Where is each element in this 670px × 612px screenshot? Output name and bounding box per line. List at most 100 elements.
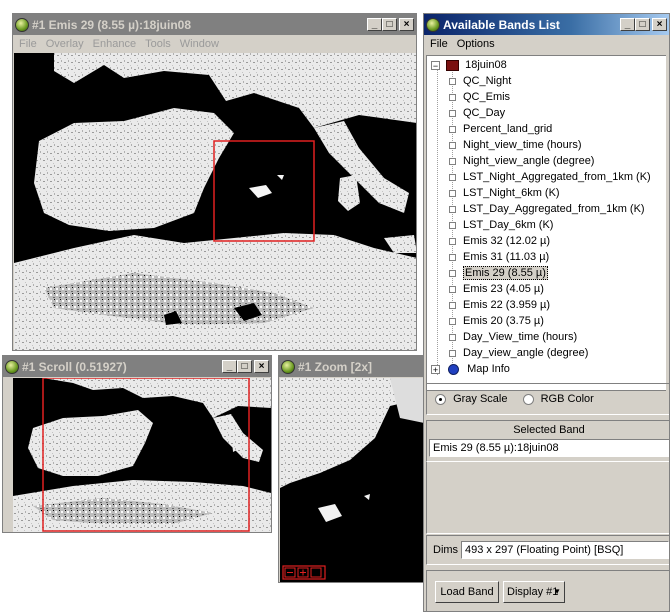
band-leaf-icon [449,285,456,293]
band-leaf-icon [449,125,456,133]
dims-group: Dims 493 x 297 (Floating Point) [BSQ] [426,535,669,565]
band-item[interactable]: Night_view_angle (degree) [449,153,594,169]
band-leaf-icon [449,109,456,117]
band-item-label: Night_view_angle (degree) [463,155,595,167]
menu-tools[interactable]: Tools [145,38,171,50]
band-item[interactable]: Emis 29 (8.55 µ) [449,265,548,281]
band-leaf-icon [449,205,456,213]
band-item[interactable]: QC_Emis [449,89,510,105]
band-leaf-icon [449,349,456,357]
scroll-canvas[interactable] [13,378,271,532]
rgb-color-label[interactable]: RGB Color [541,393,594,405]
dims-field: 493 x 297 (Floating Point) [BSQ] [461,541,669,559]
rgb-color-radio[interactable] [522,393,534,405]
menu-overlay[interactable]: Overlay [46,38,84,50]
dataset-icon [446,59,460,71]
expand-icon[interactable]: + [431,364,440,374]
maximize-icon[interactable]: □ [382,18,397,31]
band-item-label: Night_view_time (hours) [463,139,582,151]
tree-map-info[interactable]: + Map Info [431,361,510,377]
band-tree[interactable]: − 18juin08 QC_Night QC_Emis QC_Day Percent_… [426,55,666,391]
minimize-icon[interactable]: _ [620,18,635,31]
bands-menu-options[interactable]: Options [457,38,495,50]
band-item[interactable]: Emis 23 (4.05 µ) [449,281,544,297]
tree-root-label: 18juin08 [465,59,507,71]
band-item-label: Emis 23 (4.05 µ) [463,283,544,295]
satellite-image [14,53,416,350]
close-icon[interactable]: × [254,360,269,373]
band-item[interactable]: Day_View_time (hours) [449,329,577,345]
band-item[interactable]: Day_view_angle (degree) [449,345,588,361]
image-window-menubar: File Overlay Enhance Tools Window [13,35,416,53]
zoom-window-title: #1 Zoom [2x] [298,359,373,374]
close-icon[interactable]: × [652,18,667,31]
gray-scale-radio[interactable] [435,393,446,405]
band-item[interactable]: LST_Night_6km (K) [449,185,560,201]
band-item[interactable]: LST_Night_Aggregated_from_1km (K) [449,169,651,185]
dims-label: Dims [433,544,459,556]
band-item-label: QC_Emis [463,91,511,103]
collapse-icon[interactable]: − [431,60,440,70]
band-item[interactable]: LST_Day_6km (K) [449,217,553,233]
band-item-label: Day_view_angle (degree) [463,347,589,359]
minimize-icon[interactable]: _ [222,360,237,373]
band-item[interactable]: QC_Day [449,105,505,121]
scroll-window-titlebar[interactable]: #1 Scroll (0.51927) _ □ × [3,356,271,377]
selected-band-field: Emis 29 (8.55 µ):18juin08 [429,439,669,457]
band-item-label: Emis 22 (3.959 µ) [463,299,551,311]
band-leaf-icon [449,253,456,261]
dropdown-arrow-icon: ▼ [553,587,561,596]
band-item[interactable]: Emis 20 (3.75 µ) [449,313,544,329]
bands-window-titlebar[interactable]: Available Bands List _ □ × [424,14,669,35]
menu-window[interactable]: Window [180,38,219,50]
band-leaf-icon [449,301,456,309]
minimize-icon[interactable]: _ [367,18,382,31]
info-area [426,462,669,534]
image-window-title: #1 Emis 29 (8.55 µ):18juin08 [32,17,191,32]
tree-root[interactable]: − 18juin08 [431,57,507,73]
band-leaf-icon [449,157,456,165]
image-window-titlebar[interactable]: #1 Emis 29 (8.55 µ):18juin08 _ □ × [13,14,416,35]
maximize-icon[interactable]: □ [237,360,252,373]
menu-enhance[interactable]: Enhance [93,38,136,50]
band-item-label: Percent_land_grid [463,123,553,135]
scroll-image [13,378,271,532]
band-item[interactable]: Emis 22 (3.959 µ) [449,297,550,313]
selected-band-group: Selected Band Emis 29 (8.55 µ):18juin08 [426,420,669,462]
zoom-canvas[interactable] [280,378,423,582]
zoom-window-titlebar[interactable]: #1 Zoom [2x] [279,356,423,377]
band-item[interactable]: Percent_land_grid [449,121,552,137]
band-item[interactable]: QC_Night [449,73,511,89]
band-item[interactable]: LST_Day_Aggregated_from_1km (K) [449,201,645,217]
maximize-icon[interactable]: □ [635,18,650,31]
bands-window-menubar: File Options [424,35,669,53]
selected-band-label: Selected Band [513,424,585,436]
display-select[interactable]: Display #1 ▼ [503,581,565,603]
color-mode-group: Gray Scale RGB Color [426,383,669,415]
scroll-window: #1 Scroll (0.51927) _ □ × [2,355,272,533]
band-item-label: Emis 29 (8.55 µ) [463,266,548,280]
menu-file[interactable]: File [19,38,37,50]
bands-menu-file[interactable]: File [430,38,448,50]
band-leaf-icon [449,317,456,325]
app-globe-icon [5,359,19,374]
band-leaf-icon [449,333,456,341]
band-leaf-icon [449,173,456,181]
close-icon[interactable]: × [399,18,414,31]
band-item-label: Day_View_time (hours) [463,331,578,343]
image-canvas[interactable] [14,53,416,350]
app-globe-icon [281,359,295,374]
image-window: #1 Emis 29 (8.55 µ):18juin08 _ □ × File … [12,13,417,351]
display-select-value: Display #1 [507,586,559,598]
band-item[interactable]: Emis 32 (12.02 µ) [449,233,550,249]
band-item[interactable]: Night_view_time (hours) [449,137,582,153]
band-item[interactable]: Emis 31 (11.03 µ) [449,249,549,265]
load-band-button[interactable]: Load Band [435,581,499,603]
band-item-label: LST_Night_Aggregated_from_1km (K) [463,171,651,183]
button-group: Load Band Display #1 ▼ [426,570,669,611]
band-item-label: QC_Day [463,107,506,119]
globe-icon [448,363,460,375]
scroll-window-title: #1 Scroll (0.51927) [22,359,127,374]
band-item-label: Emis 31 (11.03 µ) [463,251,550,263]
gray-scale-label[interactable]: Gray Scale [453,393,507,405]
